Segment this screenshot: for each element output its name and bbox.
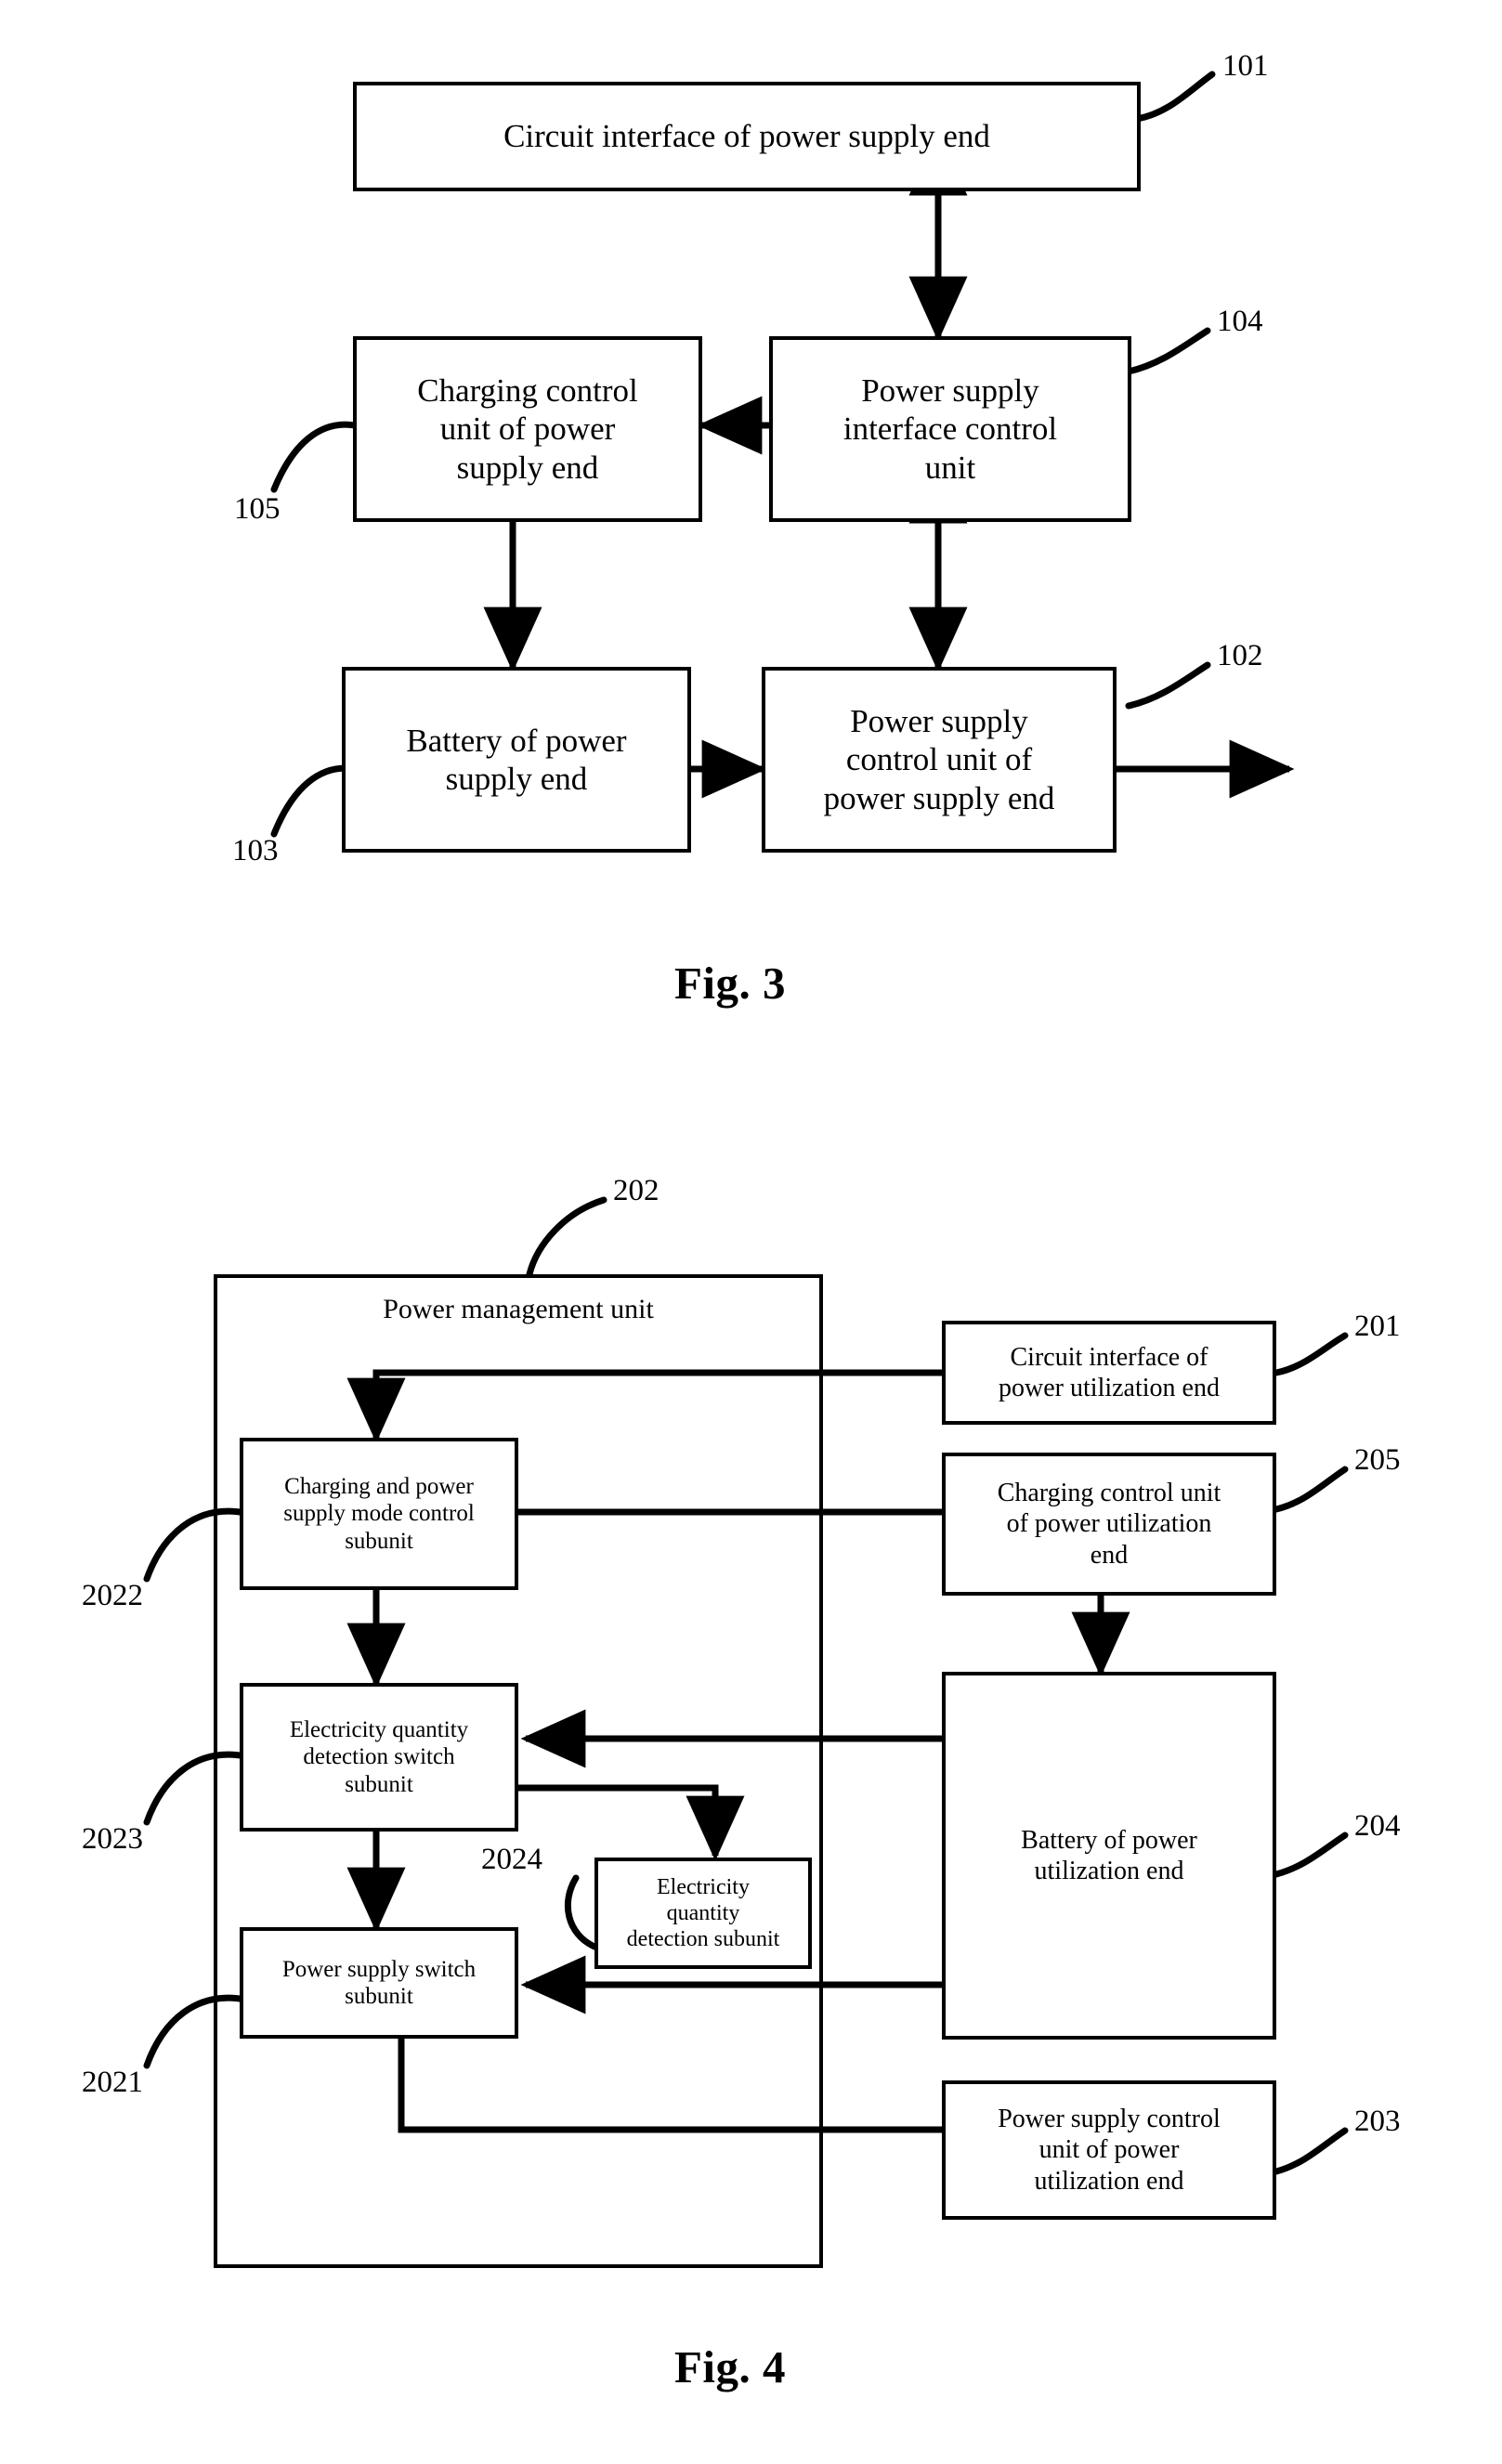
box-label: Battery of power supply end bbox=[406, 722, 627, 797]
leader-203 bbox=[1273, 2127, 1349, 2175]
leader-202 bbox=[526, 1196, 607, 1278]
box-label: Power supply control unit of power utili… bbox=[998, 2105, 1221, 2196]
box-label: Battery of power utilization end bbox=[1021, 1825, 1197, 1885]
leader-101 bbox=[1133, 71, 1216, 123]
box-charging-control-unit-power-supply-end[interactable]: Charging control unit of power supply en… bbox=[353, 336, 702, 522]
box-power-supply-interface-control-unit[interactable]: Power supply interface control unit bbox=[769, 336, 1131, 522]
leader-102 bbox=[1125, 661, 1211, 710]
patent-figure-page: Circuit interface of power supply end Ch… bbox=[0, 0, 1502, 2464]
box-power-supply-control-unit-power-supply-end[interactable]: Power supply control unit of power suppl… bbox=[762, 667, 1117, 853]
box-label: Circuit interface of power utilization e… bbox=[999, 1342, 1220, 1402]
ref-2024: 2024 bbox=[481, 1843, 542, 1876]
figure-4-caption: Fig. 4 bbox=[674, 2341, 787, 2392]
box-label: Charging control unit of power supply en… bbox=[417, 372, 638, 486]
box-electricity-quantity-detection-subunit[interactable]: Electricity quantity detection subunit bbox=[594, 1858, 812, 1969]
box-label: Power supply control unit of power suppl… bbox=[823, 703, 1055, 816]
figure-3-caption: Fig. 3 bbox=[674, 958, 787, 1009]
box-power-supply-control-unit-power-utilization-end[interactable]: Power supply control unit of power utili… bbox=[942, 2080, 1276, 2220]
box-label: Electricity quantity detection switch su… bbox=[289, 1716, 469, 1797]
ref-104: 104 bbox=[1217, 305, 1263, 338]
ref-101: 101 bbox=[1222, 49, 1269, 83]
box-electricity-quantity-detection-switch-subunit[interactable]: Electricity quantity detection switch su… bbox=[240, 1683, 518, 1832]
box-label: Electricity quantity detection subunit bbox=[626, 1874, 780, 1952]
box-label: Power supply interface control unit bbox=[842, 372, 1058, 486]
ref-201: 201 bbox=[1354, 1310, 1401, 1343]
ref-2023: 2023 bbox=[82, 1822, 143, 1856]
box-battery-power-supply-end[interactable]: Battery of power supply end bbox=[342, 667, 691, 853]
ref-202: 202 bbox=[613, 1174, 660, 1207]
ref-102: 102 bbox=[1217, 639, 1263, 672]
leader-205 bbox=[1273, 1466, 1349, 1513]
ref-205: 205 bbox=[1354, 1443, 1401, 1477]
leader-105 bbox=[270, 421, 359, 493]
box-label: Circuit interface of power supply end bbox=[503, 118, 990, 155]
box-label: Power supply switch subunit bbox=[281, 1956, 477, 2010]
box-circuit-interface-power-utilization-end[interactable]: Circuit interface of power utilization e… bbox=[942, 1321, 1276, 1425]
ref-2021: 2021 bbox=[82, 2066, 143, 2099]
container-power-management-unit-title: Power management unit bbox=[383, 1294, 654, 1324]
leader-104 bbox=[1125, 327, 1211, 375]
box-circuit-interface-power-supply-end[interactable]: Circuit interface of power supply end bbox=[353, 82, 1141, 191]
ref-105: 105 bbox=[234, 492, 281, 526]
ref-103: 103 bbox=[232, 834, 279, 867]
ref-2022: 2022 bbox=[82, 1579, 143, 1612]
box-label: Charging and power supply mode control s… bbox=[283, 1473, 475, 1554]
ref-203: 203 bbox=[1354, 2105, 1401, 2138]
box-battery-power-utilization-end[interactable]: Battery of power utilization end bbox=[942, 1672, 1276, 2040]
leader-204 bbox=[1273, 1832, 1349, 1878]
leader-201 bbox=[1273, 1332, 1349, 1376]
box-charging-control-unit-power-utilization-end[interactable]: Charging control unit of power utilizati… bbox=[942, 1453, 1276, 1596]
box-power-supply-switch-subunit[interactable]: Power supply switch subunit bbox=[240, 1927, 518, 2039]
box-label: Charging control unit of power utilizati… bbox=[997, 1479, 1221, 1570]
ref-204: 204 bbox=[1354, 1809, 1401, 1843]
box-charging-and-power-supply-mode-control-subunit[interactable]: Charging and power supply mode control s… bbox=[240, 1438, 518, 1590]
